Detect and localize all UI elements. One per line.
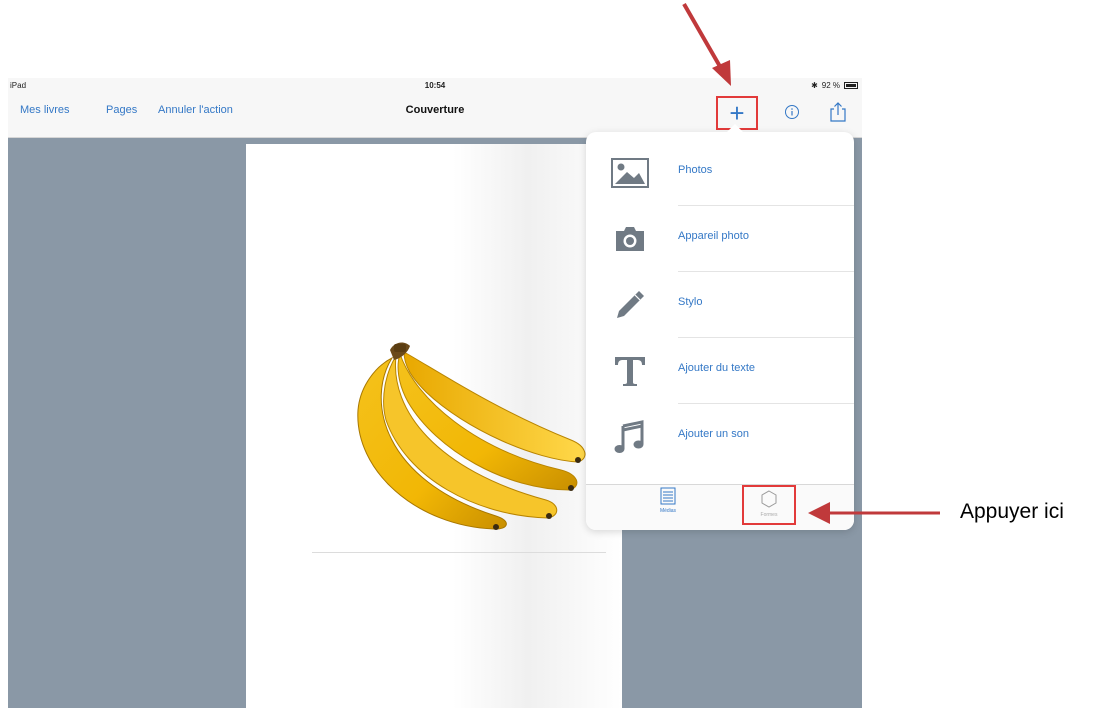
tab-media[interactable]: Médias — [640, 487, 696, 527]
ipad-screen: iPad 10:54 ✱ 92 % Mes livres Pages Annul… — [8, 78, 862, 708]
menu-item-pen[interactable]: Stylo — [586, 272, 854, 338]
info-icon — [785, 105, 799, 119]
tab-shapes[interactable]: Formes — [742, 485, 796, 525]
insert-popover: Photos Appareil photo Stylo Ajouter du t… — [586, 124, 854, 530]
pen-icon — [610, 286, 650, 324]
text-icon — [610, 352, 650, 390]
menu-item-label: Ajouter du texte — [678, 362, 756, 374]
tab-shapes-label: Formes — [760, 512, 778, 518]
camera-icon — [610, 220, 650, 258]
popover-arrow — [726, 124, 744, 133]
popover-tab-bar: Médias Formes — [586, 484, 854, 530]
bluetooth-icon: ✱ — [811, 81, 818, 90]
tab-media-label: Médias — [659, 508, 677, 514]
info-button[interactable] — [778, 98, 806, 126]
battery-icon — [844, 82, 858, 89]
status-right: ✱ 92 % — [811, 81, 858, 90]
menu-item-label: Ajouter un son — [678, 428, 749, 440]
media-list-icon — [660, 487, 676, 505]
menu-item-camera[interactable]: Appareil photo — [586, 206, 854, 272]
music-note-icon — [610, 418, 650, 456]
status-bar: iPad 10:54 ✱ 92 % — [8, 78, 862, 94]
battery-text: 92 % — [821, 81, 840, 90]
share-icon — [830, 102, 846, 122]
book-page[interactable] — [246, 144, 622, 708]
menu-item-label: Photos — [678, 164, 713, 176]
photo-icon — [610, 154, 650, 192]
menu-item-sound[interactable]: Ajouter un son — [586, 404, 854, 470]
menu-item-text[interactable]: Ajouter du texte — [586, 338, 854, 404]
banana-image[interactable] — [346, 340, 606, 530]
page-divider-line — [312, 552, 606, 553]
share-button[interactable] — [824, 98, 852, 126]
status-time: 10:54 — [424, 81, 446, 90]
menu-item-label: Stylo — [678, 296, 703, 308]
top-arrow — [682, 3, 731, 86]
shape-icon — [761, 490, 777, 508]
menu-item-photos[interactable]: Photos — [586, 140, 854, 206]
annotation-text: Appuyer ici — [960, 500, 1064, 523]
menu-item-label: Appareil photo — [678, 230, 749, 242]
plus-icon: + — [729, 98, 745, 128]
